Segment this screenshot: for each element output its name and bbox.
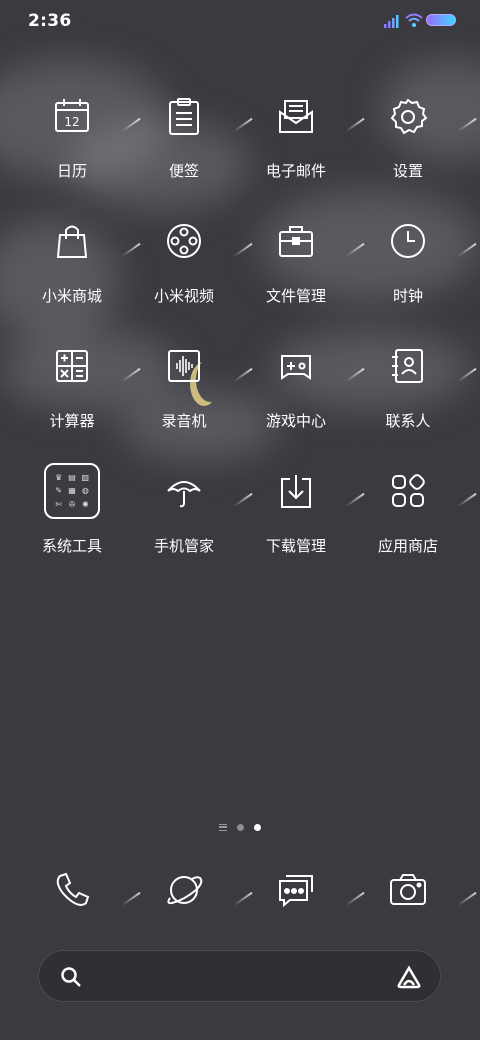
app-label: 日历: [56, 162, 87, 180]
search-icon[interactable]: [59, 965, 83, 989]
page-indicator[interactable]: [0, 824, 480, 831]
app-mall[interactable]: 小米商城: [16, 215, 141, 340]
app-downloads[interactable]: 下载管理: [240, 465, 365, 590]
app-calendar[interactable]: 12 日历: [16, 90, 141, 215]
app-label: 小米视频: [153, 287, 214, 305]
app-label: 文件管理: [265, 287, 326, 305]
page-dot-active[interactable]: [254, 824, 261, 831]
app-video[interactable]: 小米视频: [128, 215, 253, 340]
dock-camera[interactable]: [352, 862, 477, 912]
camera-icon: [386, 868, 477, 912]
app-contacts[interactable]: 联系人: [352, 340, 477, 465]
signal-icon: [384, 15, 399, 28]
gear-icon: [386, 94, 477, 138]
app-security[interactable]: 手机管家: [128, 465, 253, 590]
app-clock[interactable]: 时钟: [352, 215, 477, 340]
wifi-icon: [405, 13, 423, 27]
page-dot[interactable]: [237, 824, 244, 831]
app-label: 录音机: [161, 412, 207, 430]
calculator-icon: [50, 344, 141, 388]
app-label: 手机管家: [153, 537, 214, 555]
calendar-day: 12: [64, 115, 79, 129]
dock: [16, 862, 477, 912]
app-calculator[interactable]: 计算器: [16, 340, 141, 465]
app-grid: 12 日历 便签 电子邮件 设置 小米商城 小米视频 文件管理 时钟 计算器 录…: [16, 90, 477, 590]
clock-icon: [386, 219, 477, 263]
film-reel-icon: [162, 219, 253, 263]
app-label: 便签: [168, 162, 199, 180]
search-bar[interactable]: [38, 950, 441, 1002]
app-label: 联系人: [385, 412, 431, 430]
briefcase-icon: [274, 219, 365, 263]
app-grid-icon: [386, 469, 477, 513]
download-icon: [274, 469, 365, 513]
page-dot-minus-one[interactable]: [219, 824, 227, 831]
app-label: 游戏中心: [265, 412, 326, 430]
chat-bubble-icon: [274, 868, 365, 912]
status-time: 2:36: [28, 11, 72, 31]
phone-icon: [50, 868, 141, 912]
app-email[interactable]: 电子邮件: [240, 90, 365, 215]
assistant-icon[interactable]: [396, 965, 422, 989]
shopping-bag-icon: [50, 219, 141, 263]
app-label: 系统工具: [41, 537, 102, 555]
app-recorder[interactable]: 录音机: [128, 340, 253, 465]
dock-browser[interactable]: [128, 862, 253, 912]
status-bar: 2:36: [0, 0, 480, 42]
umbrella-icon: [162, 469, 253, 513]
app-label: 应用商店: [377, 537, 438, 555]
app-game[interactable]: 游戏中心: [240, 340, 365, 465]
app-label: 电子邮件: [265, 162, 326, 180]
app-label: 时钟: [392, 287, 423, 305]
calendar-icon: 12: [50, 94, 141, 138]
dock-phone[interactable]: [16, 862, 141, 912]
notes-icon: [162, 94, 253, 138]
battery-icon: [426, 14, 456, 26]
gamepad-icon: [274, 344, 365, 388]
waveform-icon: [162, 344, 253, 388]
app-label: 计算器: [49, 412, 95, 430]
app-folder-tools[interactable]: ♛ ▤ ▨ ✎ ▦ ◍ ✄ ✇ ✺ 系统工具: [16, 463, 128, 590]
app-label: 设置: [392, 162, 423, 180]
app-settings[interactable]: 设置: [352, 90, 477, 215]
planet-icon: [162, 868, 253, 912]
app-label: 小米商城: [41, 287, 102, 305]
app-store[interactable]: 应用商店: [352, 465, 477, 590]
folder-icon: ♛ ▤ ▨ ✎ ▦ ◍ ✄ ✇ ✺: [44, 463, 100, 519]
email-icon: [274, 94, 365, 138]
app-notes[interactable]: 便签: [128, 90, 253, 215]
app-label: 下载管理: [265, 537, 326, 555]
contact-card-icon: [386, 344, 477, 388]
dock-messages[interactable]: [240, 862, 365, 912]
app-files[interactable]: 文件管理: [240, 215, 365, 340]
